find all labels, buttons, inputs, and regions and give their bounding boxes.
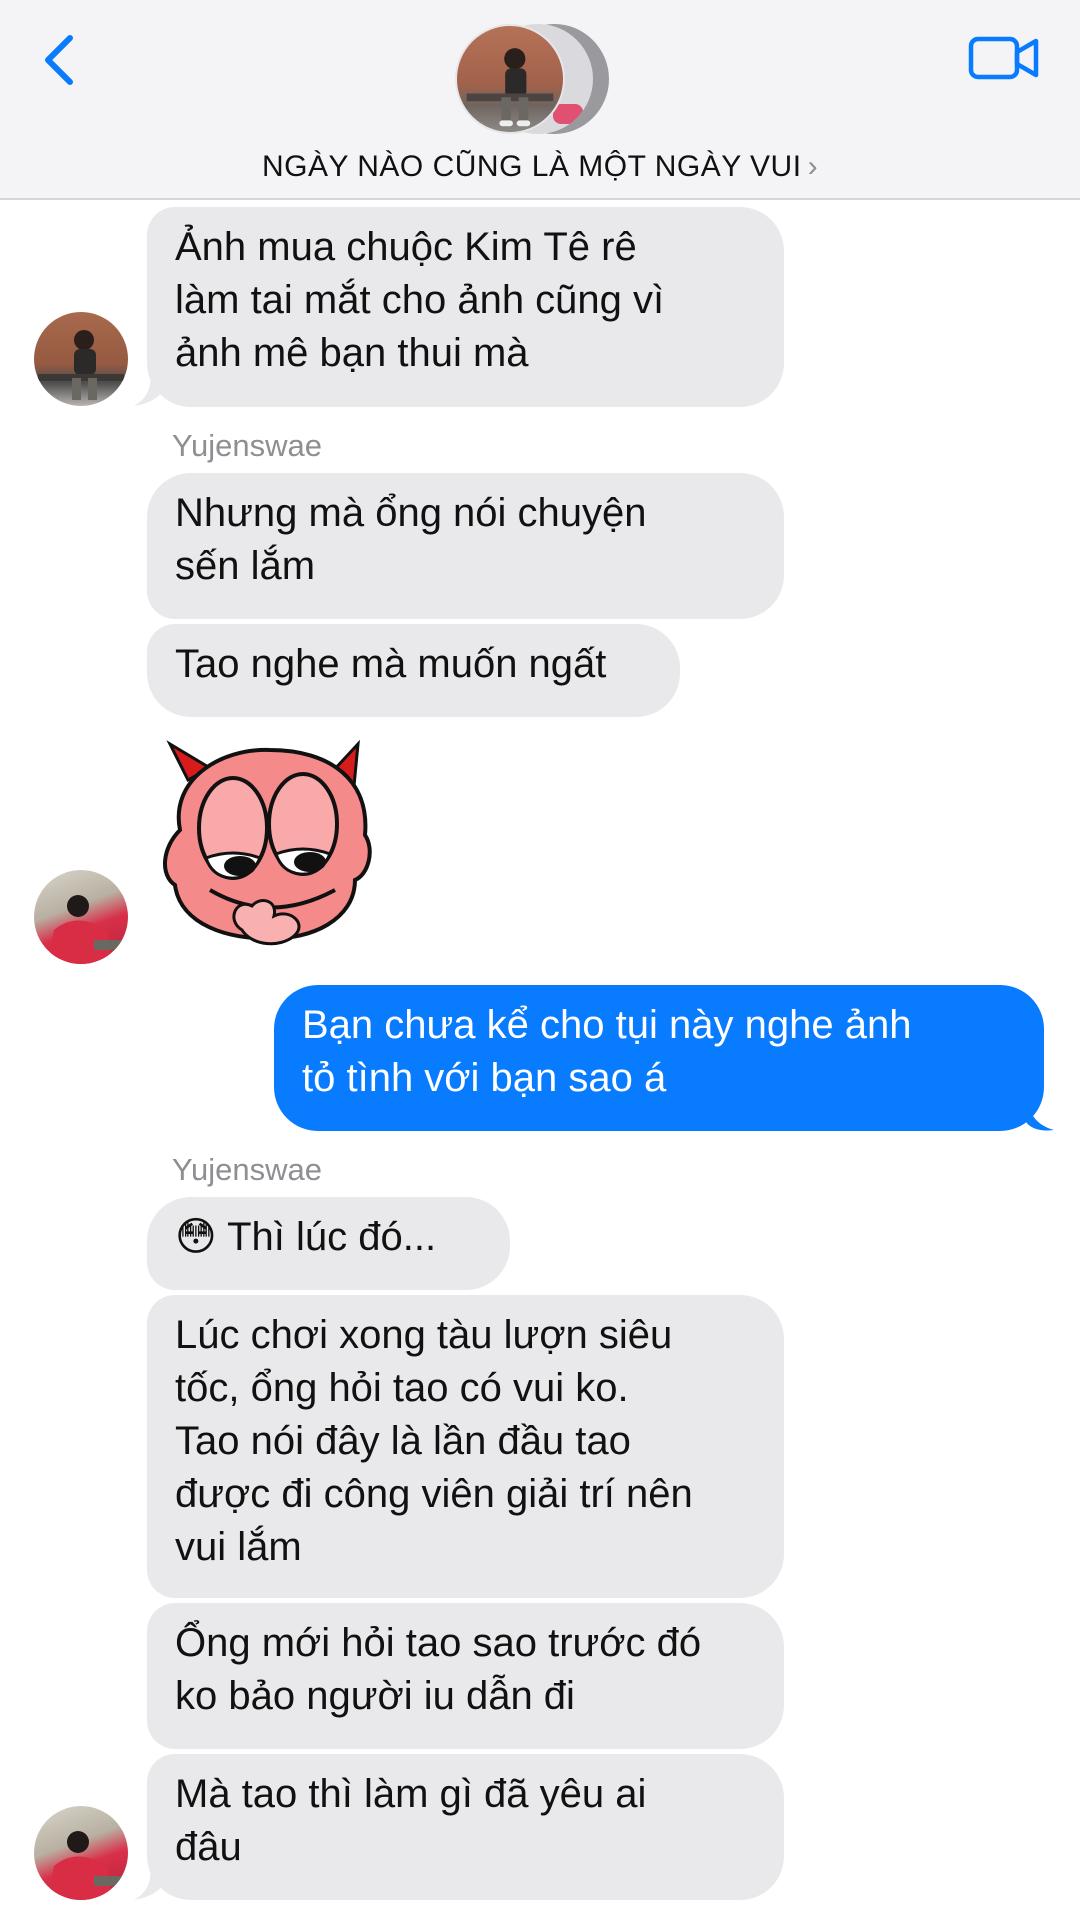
message-text-line: Bạn chưa kể cho tụi này nghe ảnh	[302, 1003, 912, 1047]
message-bubble-incoming[interactable]: Mà tao thì làm gì đã yêu ai đâu	[147, 1754, 784, 1900]
message-text-line: ko bảo người iu dẫn đi	[175, 1674, 575, 1718]
message-text-line: Tao nghe mà muốn ngất	[175, 642, 607, 686]
bubble-tail	[134, 1866, 170, 1900]
message-text-line: Lúc chơi xong tàu lượn siêu	[175, 1313, 673, 1357]
message-text-line: tốc, ổng hỏi tao có vui ko.	[175, 1366, 629, 1410]
message-text-line: được đi công viên giải trí nên	[175, 1472, 693, 1516]
message-bubble-incoming[interactable]: Lúc chơi xong tàu lượn siêu tốc, ổng hỏi…	[147, 1295, 784, 1598]
message-bubble-incoming[interactable]: Ảnh mua chuộc Kim Tê rê làm tai mắt cho …	[147, 207, 784, 407]
message-text-line: Tao nói đây là lần đầu tao	[175, 1419, 631, 1463]
message-text-line: Mà tao thì làm gì đã yêu ai	[175, 1772, 647, 1816]
message-text-line: làm tai mắt cho ảnh cũng vì	[175, 278, 665, 322]
flushed-face-emoji: 😳	[175, 1215, 217, 1259]
message-text: Thì lúc đó...	[227, 1215, 437, 1259]
sender-name: Yujenswae	[172, 1152, 322, 1187]
message-bubble-incoming[interactable]: Nhưng mà ổng nói chuyện sến lắm	[147, 473, 784, 619]
avatar[interactable]	[34, 870, 128, 964]
message-text-line: tỏ tình với bạn sao á	[302, 1056, 667, 1100]
video-camera-icon[interactable]	[968, 34, 1040, 82]
chevron-right-icon: ›	[807, 150, 819, 183]
bubble-tail	[1026, 1096, 1054, 1131]
message-text-line: Ổng mới hỏi tao sao trước đó	[175, 1621, 702, 1665]
conversation-header: NGÀY NÀO CŨNG LÀ MỘT NGÀY VUI ›	[0, 0, 1080, 200]
bubble-tail	[134, 372, 170, 406]
message-text-line: vui lắm	[175, 1525, 302, 1569]
group-name-text: NGÀY NÀO CŨNG LÀ MỘT NGÀY VUI	[261, 150, 802, 183]
group-avatar[interactable]	[455, 22, 625, 138]
message-text-line: sến lắm	[175, 544, 316, 588]
message-bubble-incoming[interactable]: Tao nghe mà muốn ngất	[147, 624, 680, 717]
message-text-line: Nhưng mà ổng nói chuyện	[175, 491, 647, 535]
sender-name: Yujenswae	[172, 428, 322, 463]
group-name[interactable]: NGÀY NÀO CŨNG LÀ MỘT NGÀY VUI ›	[0, 150, 1080, 184]
message-bubble-outgoing[interactable]: Bạn chưa kể cho tụi này nghe ảnh tỏ tình…	[274, 985, 1044, 1131]
message-bubble-incoming[interactable]: 😳 Thì lúc đó...	[147, 1197, 510, 1290]
message-text-line: 😳 Thì lúc đó...	[175, 1211, 482, 1264]
chevron-left-icon[interactable]	[40, 32, 80, 88]
message-text-line: ảnh mê bạn thui mà	[175, 331, 529, 375]
avatar[interactable]	[34, 1806, 128, 1900]
avatar[interactable]	[34, 312, 128, 406]
group-avatar-member-1	[455, 24, 565, 134]
pink-devil-blushing-sticker[interactable]	[160, 740, 380, 950]
bubble-tail	[134, 906, 170, 940]
message-text-line: Ảnh mua chuộc Kim Tê rê	[175, 225, 637, 269]
message-bubble-incoming[interactable]: Ổng mới hỏi tao sao trước đó ko bảo ngườ…	[147, 1603, 784, 1749]
message-text-line: đâu	[175, 1825, 242, 1869]
